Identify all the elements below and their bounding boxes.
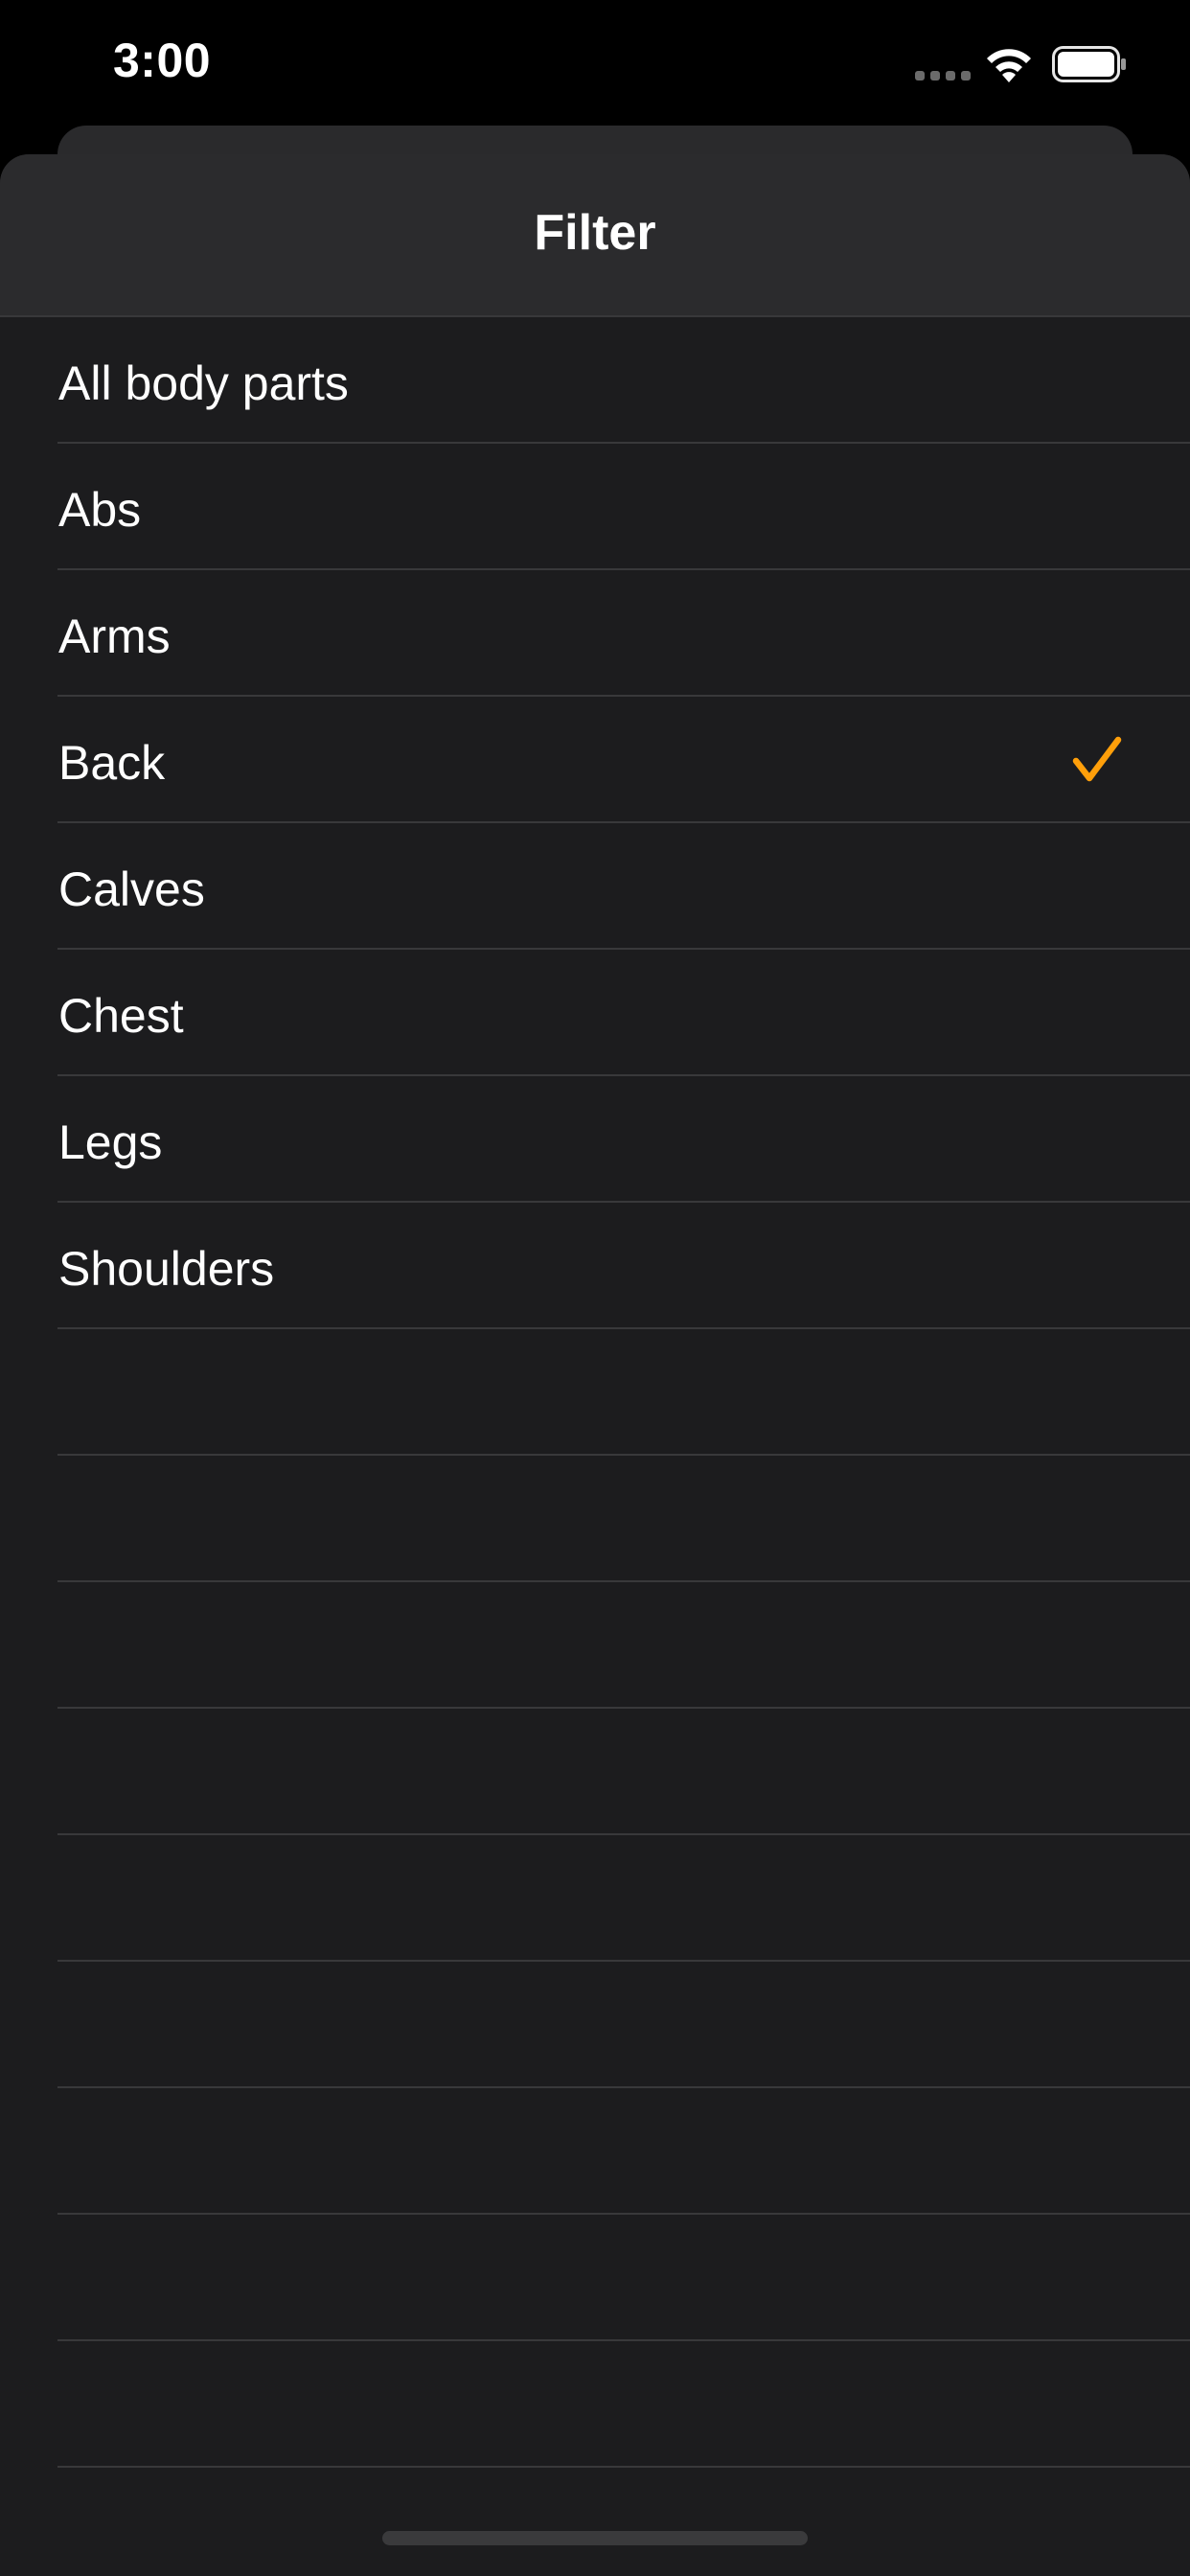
sheet-title: Filter [534,205,656,261]
home-indicator[interactable] [382,2531,808,2545]
filter-sheet: Filter All body parts Abs Arms Back Calv… [0,154,1190,2576]
empty-row [0,1582,1190,1709]
empty-row [0,2088,1190,2215]
empty-row [0,2341,1190,2468]
filter-row-label: Chest [58,989,184,1043]
empty-row [0,1456,1190,1582]
filter-row-label: Back [58,736,166,790]
filter-row-label: Shoulders [58,1242,275,1296]
filter-row-chest[interactable]: Chest [0,950,1190,1076]
filter-list: All body parts Abs Arms Back Calves Ches… [0,317,1190,2468]
filter-row-legs[interactable]: Legs [0,1076,1190,1203]
checkmark-icon [1072,736,1122,782]
filter-row-label: Abs [58,483,142,537]
filter-row-arms[interactable]: Arms [0,570,1190,697]
filter-row-label: Legs [58,1116,163,1169]
empty-row [0,1329,1190,1456]
filter-row-all-body-parts[interactable]: All body parts [0,317,1190,444]
filter-row-label: All body parts [58,356,349,410]
battery-icon [1052,46,1126,82]
empty-row [0,1835,1190,1962]
filter-row-calves[interactable]: Calves [0,823,1190,950]
status-bar: 3:00 [0,0,1190,125]
wifi-icon [987,49,1031,82]
status-time: 3:00 [113,34,212,87]
empty-row [0,1962,1190,2088]
filter-row-back[interactable]: Back [0,697,1190,823]
filter-row-abs[interactable]: Abs [0,444,1190,570]
filter-row-shoulders[interactable]: Shoulders [0,1203,1190,1329]
sheet-header[interactable]: Filter [0,154,1190,317]
filter-row-label: Calves [58,862,205,916]
empty-row [0,1709,1190,1835]
filter-row-label: Arms [58,610,171,663]
cellular-signal-icon [915,71,973,80]
empty-row [0,2215,1190,2341]
